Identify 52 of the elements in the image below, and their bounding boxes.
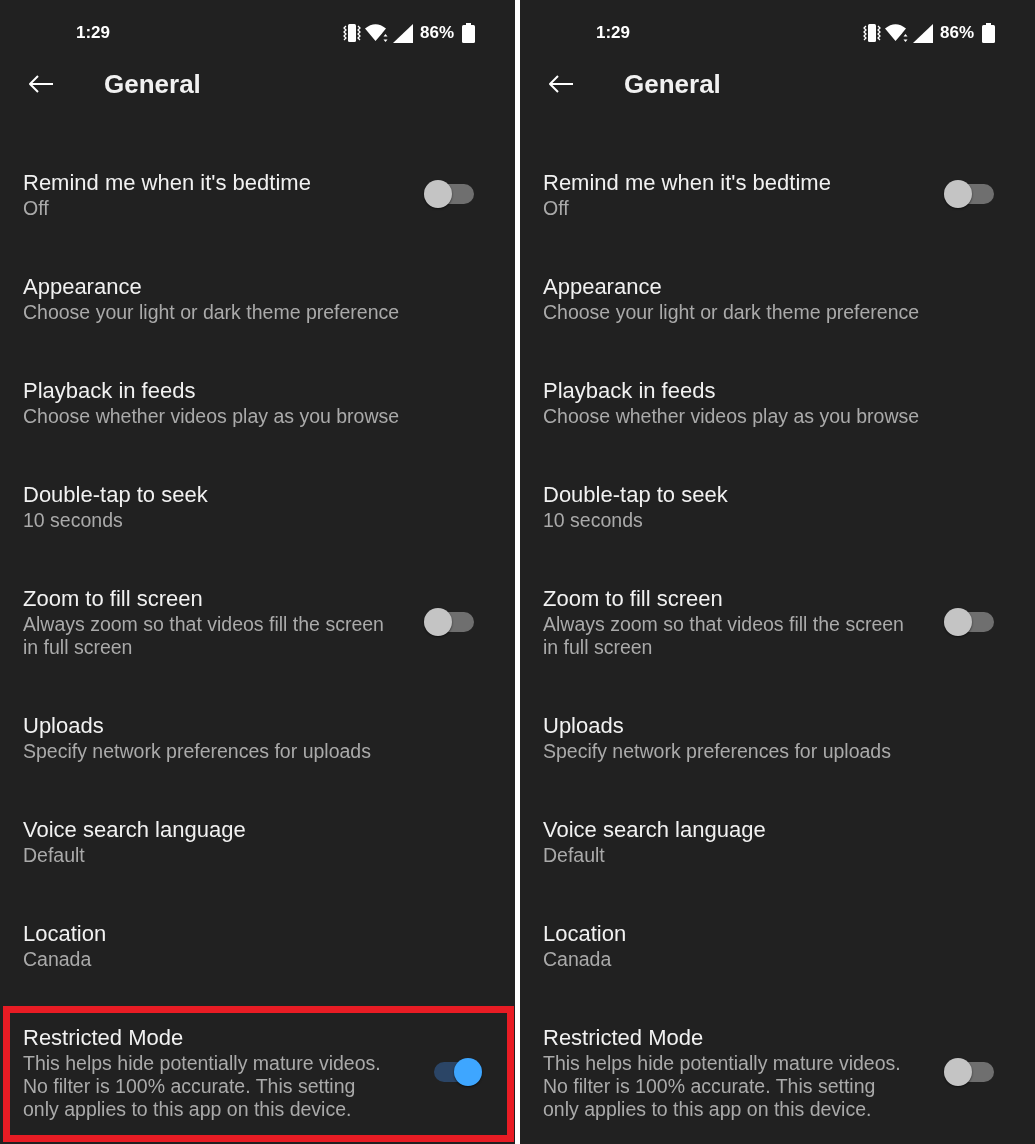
back-arrow-icon[interactable] <box>28 74 54 94</box>
setting-title: Uploads <box>543 712 625 740</box>
setting-title: Remind me when it's bedtime <box>543 169 831 197</box>
setting-title: Remind me when it's bedtime <box>23 169 311 197</box>
setting-subtitle: Specify network preferences for uploads <box>543 740 891 763</box>
setting-subtitle: Choose your light or dark theme preference <box>23 301 400 324</box>
setting-title: Restricted Mode <box>23 1024 185 1052</box>
setting-title: Voice search language <box>543 816 766 844</box>
setting-title: Voice search language <box>23 816 246 844</box>
setting-subtitle: Default <box>543 844 606 867</box>
setting-title: Uploads <box>23 712 105 740</box>
page-title: General <box>104 68 201 100</box>
setting-subtitle: Choose your light or dark theme preference <box>543 301 920 324</box>
page-title: General <box>624 68 721 100</box>
setting-subtitle: This helps hide potentially mature videos. No filter is 100% accurate. This setting only applies to this app on this device. <box>543 1052 902 1121</box>
setting-subtitle: Canada <box>543 948 613 971</box>
setting-subtitle: Choose whether videos play as you browse <box>543 405 920 428</box>
setting-subtitle: Always zoom so that videos fill the screen in full screen <box>23 613 385 659</box>
setting-title: Zoom to fill screen <box>23 585 204 613</box>
setting-title: Location <box>23 920 107 948</box>
setting-title: Location <box>543 920 627 948</box>
setting-subtitle: Always zoom so that videos fill the screen in full screen <box>543 613 905 659</box>
setting-subtitle: Off <box>543 197 570 220</box>
setting-subtitle: Choose whether videos play as you browse <box>23 405 400 428</box>
setting-subtitle: Specify network preferences for uploads <box>23 740 371 763</box>
setting-subtitle: This helps hide potentially mature videos. No filter is 100% accurate. This setting only applies to this app on this device. <box>23 1052 382 1121</box>
setting-subtitle: 10 seconds <box>23 509 124 532</box>
setting-title: Playback in feeds <box>543 377 717 405</box>
setting-title: Zoom to fill screen <box>543 585 724 613</box>
setting-subtitle: 10 seconds <box>543 509 644 532</box>
vibrate-icon <box>862 23 881 43</box>
setting-subtitle: Default <box>23 844 86 867</box>
signal-icon <box>392 23 413 43</box>
battery-percent: 86% <box>939 23 974 43</box>
status-time: 1:29 <box>596 23 631 43</box>
setting-title: Double-tap to seek <box>543 481 728 509</box>
battery-icon <box>982 23 995 43</box>
battery-percent: 86% <box>419 23 454 43</box>
wifi-icon <box>884 23 909 43</box>
wifi-icon <box>364 23 389 43</box>
battery-icon <box>462 23 475 43</box>
setting-subtitle: Canada <box>23 948 93 971</box>
back-arrow-icon[interactable] <box>548 74 574 94</box>
setting-title: Appearance <box>543 273 663 301</box>
setting-title: Appearance <box>23 273 143 301</box>
setting-title: Playback in feeds <box>23 377 197 405</box>
status-time: 1:29 <box>76 23 111 43</box>
setting-title: Restricted Mode <box>543 1024 705 1052</box>
setting-title: Double-tap to seek <box>23 481 208 509</box>
setting-subtitle: Off <box>23 197 50 220</box>
vibrate-icon <box>342 23 361 43</box>
signal-icon <box>912 23 933 43</box>
